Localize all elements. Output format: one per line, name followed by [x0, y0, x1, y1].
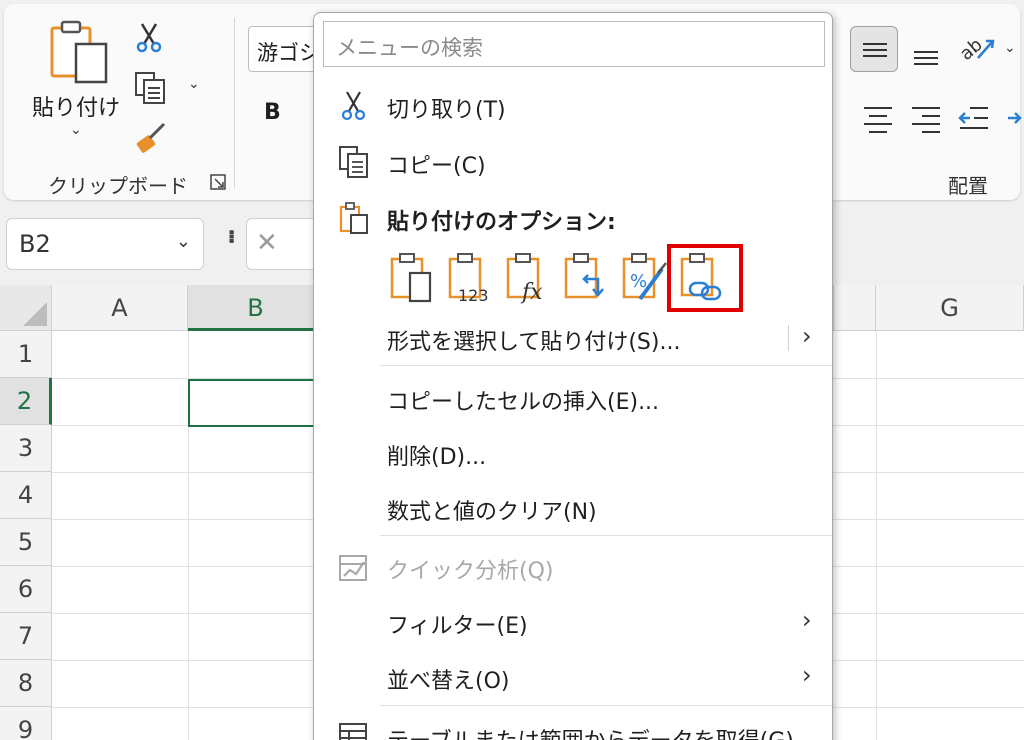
copy-icon[interactable]	[132, 70, 168, 106]
menu-item-sort[interactable]: 並べ替え(O) ›	[314, 650, 832, 702]
submenu-arrow-icon: ›	[802, 606, 812, 634]
row-header-8[interactable]: 8	[0, 660, 52, 707]
align-center-icon[interactable]	[860, 100, 896, 136]
paste-formatting-icon: %	[622, 253, 667, 301]
submenu-separator	[788, 325, 789, 351]
filter-label: フィルター(E)	[387, 614, 528, 639]
grid-line	[876, 331, 877, 740]
select-all-button[interactable]	[0, 285, 52, 331]
orientation-chevron-icon[interactable]: ⌄	[1004, 40, 1016, 56]
svg-text:fx: fx	[520, 280, 543, 305]
align-bottom-icon[interactable]	[908, 34, 944, 70]
svg-text:ab: ab	[956, 34, 987, 65]
column-header-a[interactable]: A	[52, 285, 188, 331]
alignment-group-label: 配置	[948, 174, 988, 198]
paste-link-highlight-box	[667, 244, 743, 312]
name-box-value: B2	[19, 230, 51, 258]
increase-indent-icon[interactable]	[1004, 100, 1024, 136]
submenu-arrow-icon[interactable]: ›	[802, 322, 812, 350]
table-data-icon	[339, 723, 367, 740]
cancel-icon[interactable]: ✕	[256, 228, 278, 258]
quick-analysis-label: クイック分析(Q)	[387, 559, 554, 584]
menu-item-get-data[interactable]: テーブルまたは範囲からデータを取得(G)...	[314, 710, 832, 740]
cut-icon[interactable]	[132, 20, 166, 54]
paste-icon	[339, 202, 368, 234]
paste-option-formatting[interactable]: %	[618, 249, 674, 307]
menu-paste-options-header: 貼り付けのオプション:	[314, 191, 832, 243]
name-box[interactable]: B2 ⌄	[6, 218, 204, 270]
delete-label: 削除(D)...	[387, 445, 487, 470]
menu-item-cut[interactable]: 切り取り(T)	[314, 79, 832, 131]
menu-divider	[380, 365, 832, 366]
quick-analysis-icon	[339, 555, 367, 581]
row-header-2[interactable]: 2	[0, 378, 52, 425]
column-header-g[interactable]: G	[876, 285, 1024, 331]
paste-transpose-icon	[564, 253, 604, 299]
name-box-chevron-icon[interactable]: ⌄	[176, 231, 191, 252]
paste-values-icon: 123	[448, 253, 489, 305]
paste-options-label: 貼り付けのオプション:	[387, 210, 616, 235]
column-header-f[interactable]	[834, 285, 876, 331]
paste-option-values[interactable]: 123	[444, 249, 500, 307]
svg-text:%: %	[630, 271, 647, 292]
column-header-b[interactable]: B	[188, 285, 324, 331]
row-header-7[interactable]: 7	[0, 613, 52, 660]
get-data-label: テーブルまたは範囲からデータを取得(G)...	[387, 723, 815, 740]
context-menu: メニューの検索 切り取り(T) コピー(C) 貼り付けのオプション: 123 f…	[313, 12, 833, 740]
menu-item-insert-copied-cells[interactable]: コピーしたセルの挿入(E)...	[314, 371, 832, 423]
insert-copied-cells-label: コピーしたセルの挿入(E)...	[387, 390, 660, 415]
copy-icon	[339, 146, 368, 178]
active-cell-b2[interactable]	[188, 379, 323, 427]
font-name-value: 游ゴシ	[257, 41, 320, 65]
paste-special-label: 形式を選択して貼り付け(S)...	[387, 330, 681, 355]
row-header-9[interactable]: 9	[0, 707, 52, 740]
select-all-triangle-icon	[23, 302, 47, 326]
menu-search-input[interactable]: メニューの検索	[323, 21, 825, 67]
menu-item-quick-analysis: クイック分析(Q)	[314, 540, 832, 592]
row-header-1[interactable]: 1	[0, 331, 52, 378]
row-header-4[interactable]: 4	[0, 472, 52, 519]
paste-label[interactable]: 貼り付け	[32, 90, 120, 122]
format-painter-icon[interactable]	[134, 120, 170, 156]
menu-divider	[380, 535, 832, 536]
row-header-6[interactable]: 6	[0, 566, 52, 613]
orientation-icon[interactable]: ab	[956, 28, 998, 68]
menu-item-clear-contents[interactable]: 数式と値のクリア(N)	[314, 481, 832, 533]
menu-item-cut-label: 切り取り(T)	[387, 98, 506, 123]
clipboard-group-label: クリップボード	[48, 174, 188, 198]
submenu-arrow-icon: ›	[802, 661, 812, 689]
decrease-indent-icon[interactable]	[956, 100, 992, 136]
paste-icon	[390, 253, 432, 303]
clear-contents-label: 数式と値のクリア(N)	[387, 500, 597, 525]
sort-label: 並べ替え(O)	[387, 669, 510, 694]
ribbon-separator	[234, 18, 235, 188]
paste-formulas-icon: fx	[506, 253, 543, 305]
align-middle-icon	[863, 43, 887, 57]
menu-item-filter[interactable]: フィルター(E) ›	[314, 595, 832, 647]
paste-option-paste[interactable]	[386, 249, 442, 307]
paste-option-transpose[interactable]	[560, 249, 616, 307]
paste-option-formulas[interactable]: fx	[502, 249, 558, 307]
cut-icon	[341, 91, 366, 121]
menu-item-delete[interactable]: 削除(D)...	[314, 426, 832, 478]
menu-item-paste-special[interactable]: 形式を選択して貼り付け(S)... ›	[314, 311, 832, 363]
copy-chevron-icon[interactable]: ⌄	[188, 76, 200, 92]
menu-item-copy[interactable]: コピー(C)	[314, 135, 832, 187]
clipboard-dialog-launcher-icon[interactable]	[210, 174, 226, 190]
align-middle-button[interactable]	[850, 26, 898, 72]
paste-large-button[interactable]	[44, 18, 114, 88]
svg-text:123: 123	[458, 286, 489, 305]
menu-divider	[380, 705, 832, 706]
paste-chevron-icon[interactable]: ⌄	[70, 122, 82, 138]
bold-button[interactable]: B	[264, 100, 281, 125]
row-header-5[interactable]: 5	[0, 519, 52, 566]
align-right-icon[interactable]	[908, 100, 944, 136]
menu-item-copy-label: コピー(C)	[387, 154, 486, 179]
row-header-3[interactable]: 3	[0, 425, 52, 472]
paste-large-icon	[50, 20, 108, 84]
formula-bar-grip-icon[interactable]: ···	[218, 228, 243, 241]
